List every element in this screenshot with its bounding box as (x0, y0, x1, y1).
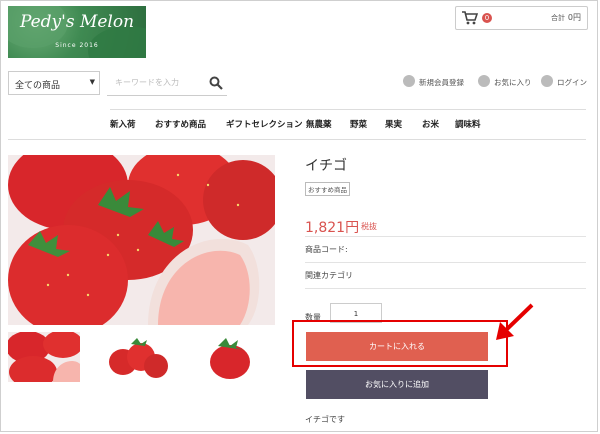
add-to-cart-button[interactable]: カートに入れる (306, 332, 488, 361)
nav-item-fruits[interactable]: 果実 (385, 118, 402, 130)
product-thumbnail[interactable] (194, 332, 266, 382)
cart-total-label: 合計 (551, 14, 565, 22)
nav-item-rice[interactable]: お米 (422, 118, 439, 130)
nav-item-new[interactable]: 新入荷 (110, 118, 136, 130)
chevron-down-icon: ▼ (89, 78, 95, 86)
divider (305, 262, 586, 263)
annotation-arrow-icon (492, 300, 538, 346)
nav-item-vegetables[interactable]: 野菜 (350, 118, 367, 130)
product-main-image[interactable] (8, 155, 275, 325)
divider (305, 236, 586, 237)
category-select[interactable]: 全ての商品 ▼ (8, 71, 100, 95)
product-thumbnail[interactable] (8, 332, 80, 382)
search-placeholder: キーワードを入力 (115, 78, 179, 87)
product-price: 1,821円 (305, 220, 360, 236)
login-link[interactable]: ログイン (557, 77, 587, 88)
search-icon[interactable] (209, 75, 223, 94)
site-logo[interactable]: Pedy's Melon Since 2016 (8, 6, 146, 58)
divider (305, 288, 586, 289)
register-link[interactable]: 新規会員登録 (419, 77, 464, 88)
product-description: イチゴです (305, 415, 345, 424)
cart-total-value: 0円 (567, 13, 581, 22)
related-category-label: 関連カテゴリ (305, 271, 353, 280)
cart-count-badge: 0 (482, 13, 492, 23)
favorites-link[interactable]: お気に入り (494, 77, 532, 88)
cart-icon (462, 10, 479, 29)
add-to-favorites-button[interactable]: お気に入りに追加 (306, 370, 488, 399)
nav-item-organic[interactable]: 無農薬 (306, 118, 332, 130)
user-icon (403, 75, 415, 87)
lock-icon (541, 75, 553, 87)
category-select-value: 全ての商品 (15, 81, 61, 91)
product-tag: おすすめ商品 (305, 182, 350, 196)
product-thumbnail[interactable] (101, 332, 173, 382)
search-input[interactable]: キーワードを入力 (107, 71, 227, 96)
product-code-label: 商品コード: (305, 245, 348, 254)
nav-item-gift[interactable]: ギフトセレクション (226, 118, 303, 130)
heart-icon (478, 75, 490, 87)
product-title: イチゴ (305, 158, 347, 174)
logo-title: Pedy's Melon (19, 12, 135, 32)
nav-divider (8, 139, 586, 140)
header-divider (110, 109, 586, 110)
tax-label: 税抜 (361, 222, 377, 231)
nav-item-seasoning[interactable]: 調味料 (455, 118, 481, 130)
nav-item-recommended[interactable]: おすすめ商品 (155, 118, 206, 130)
cart-summary[interactable]: 0 合計 0円 (455, 6, 588, 30)
logo-since: Since 2016 (55, 42, 99, 49)
